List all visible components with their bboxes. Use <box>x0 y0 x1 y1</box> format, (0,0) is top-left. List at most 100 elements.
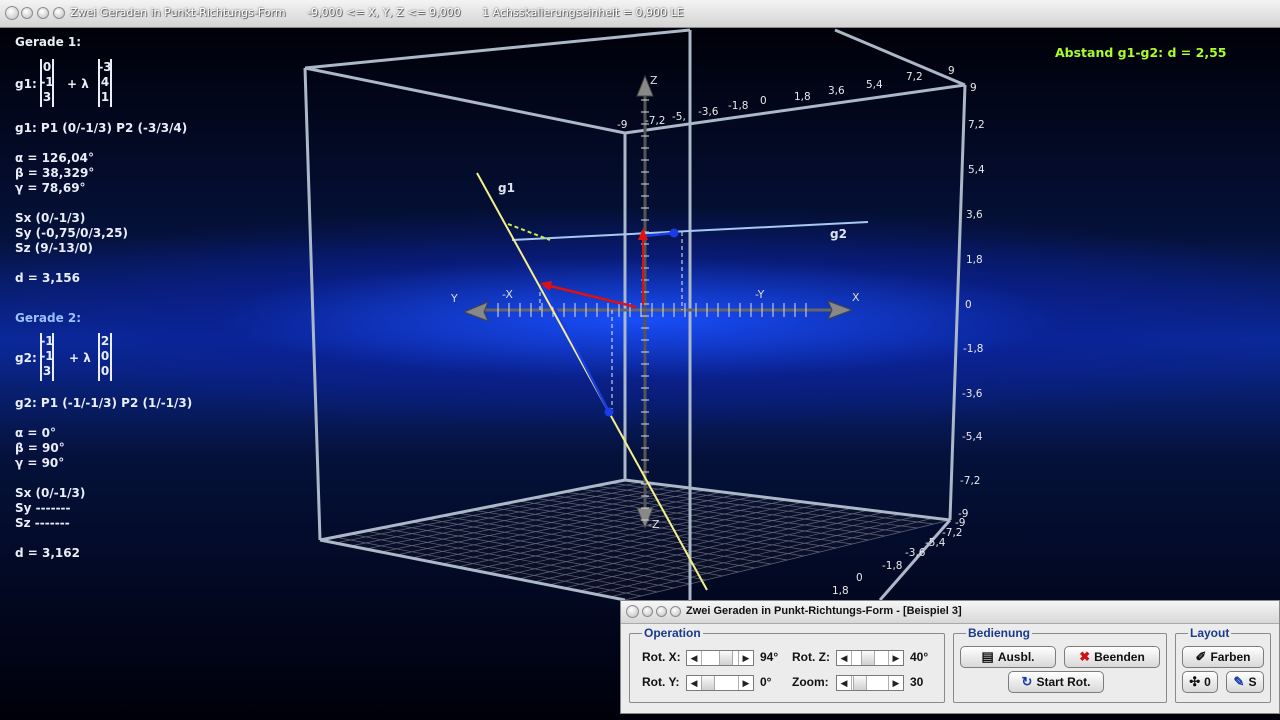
neg-y-axis-label: -Y <box>755 288 765 301</box>
right-tick-label: 5,4 <box>968 164 985 176</box>
g2-line-label: g2 <box>830 227 847 241</box>
g2-point-y: -1 <box>40 349 54 363</box>
zoom-label: Zoom: <box>792 675 829 689</box>
bedienung-group: Bedienung ▤ Ausbl. ✖ Beenden ↻ Start Rot… <box>953 626 1167 703</box>
top-tick-label: -9 <box>617 119 627 131</box>
right-tick-label: 9 <box>970 82 977 94</box>
g1-sy: Sy (-0,75/0/3,25) <box>15 226 128 240</box>
window-title-text: Zwei Geraden in Punkt-Richtungs-Form <box>70 6 286 19</box>
ausbl-button[interactable]: ▤ Ausbl. <box>960 646 1056 668</box>
panel-menu-icon[interactable] <box>670 606 681 617</box>
distance-readout: Abstand g1-g2: d = 2,55 <box>1055 45 1227 60</box>
g2-direction-vector: 2 0 0 <box>98 333 112 381</box>
window-menu-icon[interactable] <box>53 7 65 19</box>
neg-x-axis-label: -X <box>502 288 513 301</box>
top-tick-label: 3,6 <box>828 85 845 97</box>
window-minimize-button[interactable] <box>21 7 33 19</box>
z-axis-label: Z <box>650 74 658 87</box>
zoom-right-arrow[interactable]: ▶ <box>888 676 903 690</box>
rot-y-right-arrow[interactable]: ▶ <box>738 676 753 690</box>
y-axis-label: Y <box>450 292 458 305</box>
g2-distance: d = 3,162 <box>15 546 80 560</box>
rot-y-left-arrow[interactable]: ◀ <box>687 676 702 690</box>
start-rot-button[interactable]: ↻ Start Rot. <box>1008 671 1104 693</box>
panel-close-button[interactable] <box>626 605 639 618</box>
top-tick-label: -5, <box>672 111 686 123</box>
rot-z-thumb[interactable] <box>861 651 875 665</box>
s-button[interactable]: ✎ S <box>1226 671 1264 693</box>
g2-direction-z: 0 <box>100 364 110 378</box>
y-axis-arrow <box>462 301 489 322</box>
axes: Z -Z X -X Y -Y <box>450 74 860 531</box>
rot-x-slider[interactable]: ◀ ▶ <box>686 650 754 666</box>
rotate-icon: ↻ <box>1021 674 1033 689</box>
rot-x-label: Rot. X: <box>642 650 681 664</box>
rot-y-label: Rot. Y: <box>642 675 680 689</box>
zero-button[interactable]: ✣ 0 <box>1182 671 1218 693</box>
g1-direction-vector: -3 4 1 <box>98 59 112 107</box>
rot-y-thumb[interactable] <box>701 676 715 690</box>
bottom-tick-label: -3,6 <box>905 547 926 559</box>
g2-point-vector: -1 -1 3 <box>40 333 54 381</box>
g2-points: g2: P1 (-1/-1/3) P2 (1/-1/3) <box>15 396 193 410</box>
window-titlebar[interactable]: Zwei Geraden in Punkt-Richtungs-Form -9,… <box>0 0 1280 28</box>
start-rot-button-label: Start Rot. <box>1036 675 1091 689</box>
rot-z-left-arrow[interactable]: ◀ <box>837 651 852 665</box>
g1-points: g1: P1 (0/-1/3) P2 (-3/3/4) <box>15 121 188 135</box>
g2-sy: Sy ------- <box>15 501 71 515</box>
panel-minimize-button[interactable] <box>642 606 653 617</box>
g2-direction-x: 2 <box>100 334 110 348</box>
zoom-thumb[interactable] <box>853 676 867 690</box>
window-scale-text: 1 Achsskalierungseinheit = 0,900 LE <box>482 6 684 19</box>
bedienung-label: Bedienung <box>966 626 1032 640</box>
g1-point-x: 0 <box>42 60 52 74</box>
x-axis-arrow <box>827 300 854 320</box>
rot-y-slider[interactable]: ◀ ▶ <box>686 675 754 691</box>
zoom-value: 30 <box>910 675 924 689</box>
bottom-tick-label: -1,8 <box>882 560 903 572</box>
g2-label: g2: <box>15 351 37 365</box>
s-button-label: S <box>1248 675 1257 689</box>
top-tick-label: 5,4 <box>866 79 883 91</box>
frame-edge <box>948 84 967 521</box>
rot-x-left-arrow[interactable]: ◀ <box>687 651 702 665</box>
g2-sz: Sz ------- <box>15 516 70 530</box>
zoom-left-arrow[interactable]: ◀ <box>837 676 852 690</box>
g1-direction-x: -3 <box>98 60 112 74</box>
top-tick-label: 0 <box>760 95 767 107</box>
rot-x-right-arrow[interactable]: ▶ <box>738 651 753 665</box>
distance-segment <box>507 223 551 241</box>
g1-distance: d = 3,156 <box>15 271 80 285</box>
panel-maximize-button[interactable] <box>656 606 667 617</box>
beenden-button[interactable]: ✖ Beenden <box>1064 646 1160 668</box>
g2-point-z: 3 <box>42 364 52 378</box>
g1-lambda: + λ <box>67 77 89 91</box>
g1-beta: β = 38,329° <box>15 166 95 180</box>
ausbl-button-label: Ausbl. <box>997 650 1035 664</box>
rot-x-thumb[interactable] <box>719 651 733 665</box>
g1-point-vector: 0 -1 3 <box>40 59 54 107</box>
x-axis-label: X <box>852 291 860 304</box>
window-close-button[interactable] <box>5 6 19 20</box>
g2-sx: Sx (0/-1/3) <box>15 486 86 500</box>
top-tick-label: -7,2 <box>645 115 666 127</box>
top-tick-label: -3,6 <box>698 106 719 118</box>
g1-direction-z: 1 <box>100 90 110 104</box>
g1-direction-y: 4 <box>100 75 110 89</box>
rot-z-right-arrow[interactable]: ▶ <box>888 651 903 665</box>
panel-titlebar[interactable]: Zwei Geraden in Punkt-Richtungs-Form - [… <box>621 601 1279 624</box>
right-tick-label: -5,4 <box>962 431 983 443</box>
rot-z-slider[interactable]: ◀ ▶ <box>836 650 904 666</box>
control-panel[interactable]: Zwei Geraden in Punkt-Richtungs-Form - [… <box>620 600 1280 714</box>
top-tick-label: 9 <box>948 65 955 77</box>
rot-x-value: 94° <box>760 650 779 664</box>
farben-button-label: Farben <box>1210 650 1251 664</box>
zoom-slider[interactable]: ◀ ▶ <box>836 675 904 691</box>
top-tick-label: -1,8 <box>728 100 749 112</box>
farben-button[interactable]: ✐ Farben <box>1182 646 1264 668</box>
g1-line-label: g1 <box>498 181 515 195</box>
rot-y-value: 0° <box>760 675 772 689</box>
bottom-tick-label: -5,4 <box>925 537 946 549</box>
window-maximize-button[interactable] <box>37 7 49 19</box>
bottom-tick-label: 0 <box>856 572 863 584</box>
